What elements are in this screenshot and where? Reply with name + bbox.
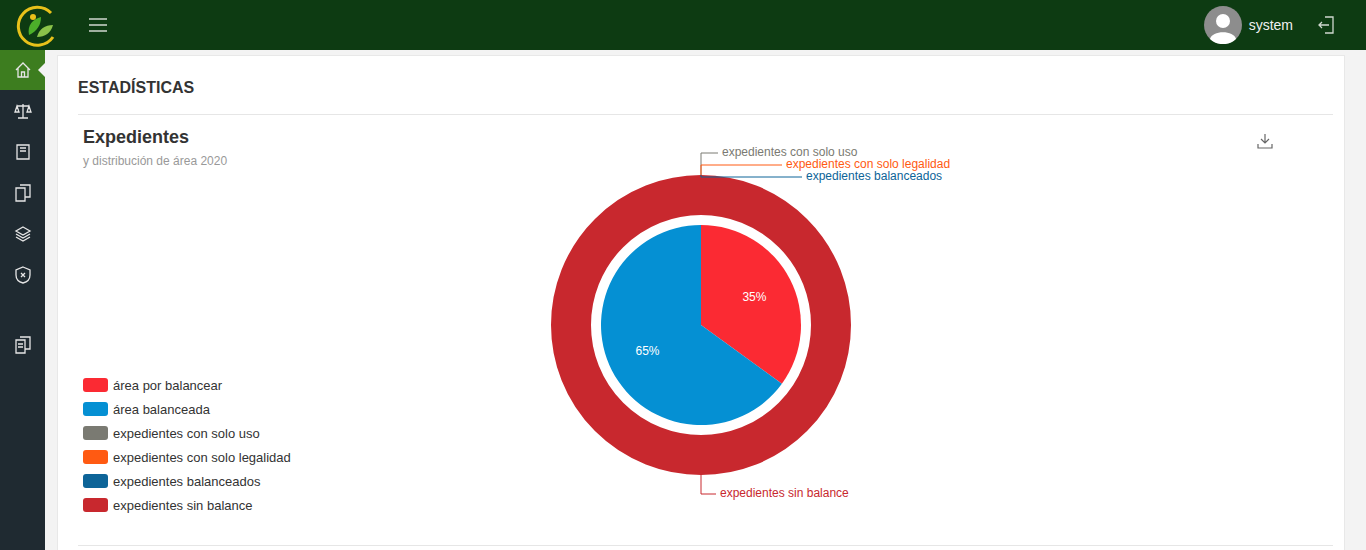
legend-swatch: [83, 426, 108, 440]
slice-label: expedientes sin balance: [720, 486, 849, 500]
chart-legend: área por balancear área balanceada exped…: [83, 373, 521, 517]
scale-icon: [14, 102, 32, 120]
documents-icon: [14, 184, 32, 202]
top-bar: system: [0, 0, 1366, 50]
sidebar-item[interactable]: [0, 172, 45, 213]
leader-line: [701, 175, 802, 177]
legend-swatch: [83, 450, 108, 464]
layers-icon: [14, 225, 32, 243]
sidebar-item[interactable]: [0, 254, 45, 295]
statistics-card: ESTADÍSTICAS Expedientes y distribución …: [57, 55, 1345, 550]
sidebar-item[interactable]: [0, 90, 45, 131]
page-title: ESTADÍSTICAS: [78, 56, 1333, 115]
legend-swatch: [83, 498, 108, 512]
sidebar: [0, 50, 45, 550]
chart-title: Expedientes: [83, 127, 521, 148]
legend-item[interactable]: área por balancear: [83, 373, 521, 397]
slice-percent: 65%: [636, 344, 660, 358]
ring-slice[interactable]: [571, 195, 831, 455]
leader-line: [701, 475, 716, 494]
leader-line: [701, 153, 718, 175]
leader-line: [701, 165, 782, 175]
app: system ESTADÍSTICAS Expedientes y distri…: [0, 0, 1366, 550]
logout-icon[interactable]: [1317, 15, 1335, 35]
sidebar-item[interactable]: [0, 213, 45, 254]
files-icon: [14, 336, 32, 354]
legend-item[interactable]: expedientes sin balance: [83, 493, 521, 517]
pie-slice[interactable]: [601, 225, 782, 425]
book-icon: [14, 143, 32, 161]
hamburger-icon: [88, 17, 108, 33]
legend-swatch: [83, 402, 108, 416]
slice-label: expedientes balanceados: [806, 169, 942, 183]
user-name[interactable]: system: [1249, 17, 1293, 33]
home-icon: [14, 61, 32, 79]
sidebar-item[interactable]: [0, 324, 45, 365]
download-icon: [1257, 133, 1273, 149]
legend-swatch: [83, 474, 108, 488]
legend-swatch: [83, 378, 108, 392]
download-button[interactable]: [1257, 132, 1273, 152]
logo-icon[interactable]: [13, 3, 61, 47]
avatar-icon[interactable]: [1204, 6, 1242, 44]
menu-button[interactable]: [88, 17, 108, 33]
main-content: ESTADÍSTICAS Expedientes y distribución …: [45, 50, 1366, 550]
sidebar-item[interactable]: [0, 50, 45, 90]
shield-icon: [14, 266, 32, 284]
legend-item[interactable]: área balanceada: [83, 397, 521, 421]
legend-item[interactable]: expedientes con solo legalidad: [83, 445, 521, 469]
slice-percent: 35%: [742, 290, 766, 304]
legend-item[interactable]: expedientes balanceados: [83, 469, 521, 493]
donut-chart: 35%65%expedientes con solo usoexpediente…: [521, 115, 881, 545]
chart-section: Expedientes y distribución de área 2020 …: [78, 115, 1333, 546]
sidebar-item[interactable]: [0, 131, 45, 172]
legend-item[interactable]: expedientes con solo uso: [83, 421, 521, 445]
chart-subtitle: y distribución de área 2020: [83, 154, 521, 168]
